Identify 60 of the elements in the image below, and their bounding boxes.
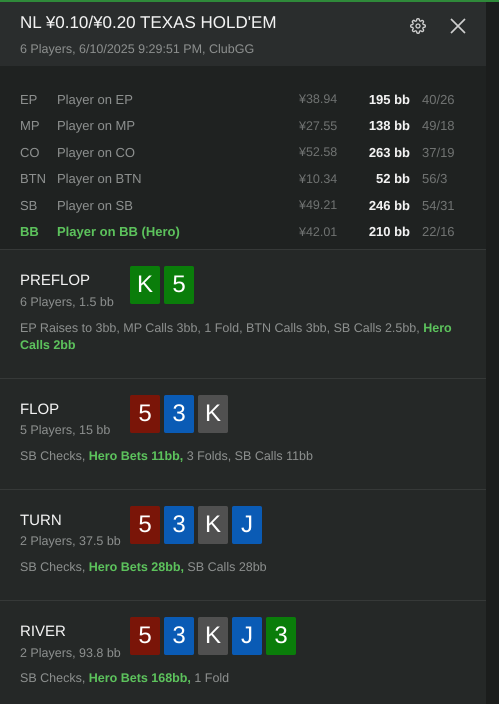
playing-card: 3 bbox=[164, 506, 194, 544]
street-name: FLOP bbox=[20, 400, 60, 420]
playing-card: 3 bbox=[266, 617, 296, 655]
stack-bb: 210 bb bbox=[368, 223, 410, 242]
player-stats: 54/31 bbox=[421, 196, 456, 215]
player-stats: 49/18 bbox=[421, 117, 456, 136]
player-name: Player on BB (Hero) bbox=[57, 223, 181, 242]
stack-bb: 138 bb bbox=[368, 117, 410, 136]
street-name: RIVER bbox=[20, 622, 67, 642]
street-info: 2 Players, 93.8 bb bbox=[20, 644, 122, 662]
playing-card: K bbox=[198, 617, 228, 655]
stack-amount: ¥49.21 bbox=[299, 197, 338, 214]
close-icon[interactable] bbox=[450, 18, 466, 34]
playing-card: J bbox=[232, 617, 262, 655]
street-name: TURN bbox=[20, 510, 63, 531]
street-name: PREFLOP bbox=[20, 271, 92, 292]
stack-bb: 246 bb bbox=[368, 196, 410, 215]
playing-card: 3 bbox=[164, 394, 194, 432]
playing-card: 5 bbox=[130, 506, 160, 544]
player-stats: 22/16 bbox=[421, 223, 456, 242]
player-stats: 37/19 bbox=[421, 144, 456, 162]
playing-card: 5 bbox=[130, 617, 160, 655]
stack-bb: 195 bb bbox=[368, 90, 410, 109]
player-name: Player on BTN bbox=[57, 170, 143, 188]
player-name: Player on SB bbox=[57, 196, 134, 215]
street-info: 2 Players, 37.5 bb bbox=[20, 533, 122, 550]
position-label: SB bbox=[20, 196, 38, 215]
window-title: NL ¥0.10/¥0.20 TEXAS HOLD'EM bbox=[20, 12, 278, 34]
stack-amount: ¥38.94 bbox=[299, 91, 338, 108]
playing-card: 5 bbox=[130, 394, 160, 432]
position-label: EP bbox=[20, 90, 38, 109]
street-actions: SB Checks, Hero Bets 11bb, 3 Folds, SB Calls 11bb bbox=[20, 448, 314, 465]
stack-bb: 52 bb bbox=[375, 170, 410, 188]
street-info: 6 Players, 1.5 bb bbox=[20, 294, 115, 311]
position-label: MP bbox=[20, 117, 40, 136]
player-name: Player on EP bbox=[57, 90, 134, 109]
playing-card: K bbox=[198, 394, 228, 432]
stack-amount: ¥10.34 bbox=[299, 170, 338, 188]
player-name: Player on MP bbox=[57, 117, 136, 136]
playing-card: 5 bbox=[164, 266, 194, 304]
playing-card: J bbox=[232, 506, 262, 544]
stack-amount: ¥27.55 bbox=[299, 118, 338, 135]
position-label: BTN bbox=[20, 170, 47, 188]
player-stats: 40/26 bbox=[421, 90, 456, 109]
street-info: 5 Players, 15 bb bbox=[20, 422, 112, 439]
playing-card: K bbox=[198, 506, 228, 544]
stack-amount: ¥52.58 bbox=[299, 144, 338, 162]
player-name: Player on CO bbox=[57, 144, 136, 162]
street-actions: EP Raises to 3bb, MP Calls 3bb, 1 Fold, BTN Calls 3bb, SB Calls 2.5bb, Hero Calls 2bb bbox=[20, 320, 453, 354]
position-label: CO bbox=[20, 144, 40, 162]
playing-card: 3 bbox=[164, 617, 194, 655]
hand-info: 6 Players, 6/10/2025 9:29:51 PM, ClubGG bbox=[20, 40, 256, 58]
player-stats: 56/3 bbox=[421, 170, 448, 188]
settings-icon[interactable] bbox=[410, 18, 426, 34]
playing-card: K bbox=[130, 266, 160, 304]
position-label: BB bbox=[20, 223, 40, 242]
stack-bb: 263 bb bbox=[368, 144, 410, 162]
street-actions: SB Checks, Hero Bets 168bb, 1 Fold bbox=[20, 670, 230, 688]
stack-amount: ¥42.01 bbox=[299, 224, 338, 241]
street-actions: SB Checks, Hero Bets 28bb, SB Calls 28bb bbox=[20, 559, 268, 576]
